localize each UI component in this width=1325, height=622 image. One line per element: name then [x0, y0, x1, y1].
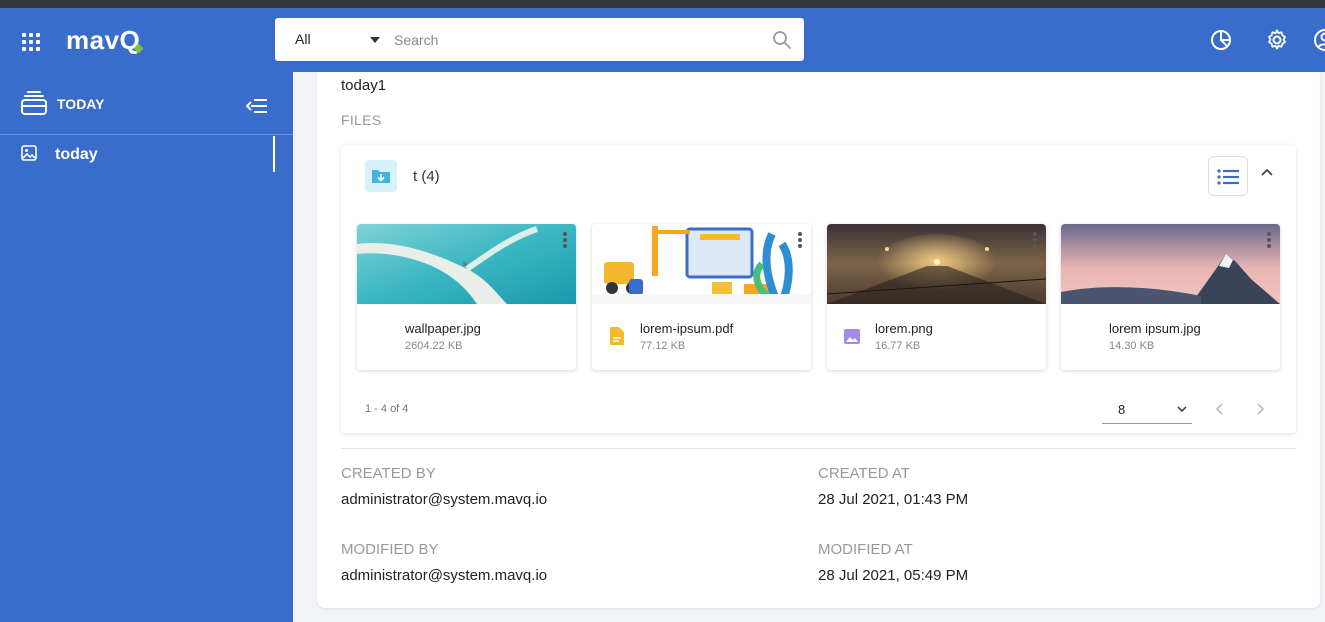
file-thumbnail	[827, 224, 1046, 304]
modified-by-label: MODIFIED BY	[341, 541, 439, 558]
created-at-label: CREATED AT	[818, 465, 910, 482]
sidebar-item-today[interactable]: today	[0, 136, 275, 172]
modified-by-value: administrator@system.mavq.io	[341, 567, 548, 584]
file-size: 14.30 KB	[1109, 340, 1155, 352]
chevron-right-icon[interactable]	[1253, 402, 1267, 416]
more-options-icon[interactable]	[1032, 232, 1038, 250]
chevron-left-icon[interactable]	[1213, 402, 1227, 416]
logo-accent: Q	[119, 25, 141, 55]
items-per-page-value: 8	[1118, 402, 1126, 417]
collapse-menu-icon[interactable]	[246, 98, 268, 114]
file-name: lorem.png	[875, 321, 933, 336]
file-card[interactable]: wallpaper.jpg 2604.22 KB	[357, 224, 576, 370]
record-name: today1	[341, 77, 387, 94]
sidebar-item-label: today	[55, 146, 98, 163]
files-panel: t (4) wallpaper.jpg 2604.22 KB lorem-ips…	[341, 145, 1296, 433]
file-card[interactable]: lorem ipsum.jpg 14.30 KB	[1061, 224, 1280, 370]
sidebar: TODAY today	[0, 72, 293, 622]
search-scope-select[interactable]: All	[295, 31, 311, 47]
document-icon	[610, 327, 624, 345]
list-icon	[1217, 169, 1239, 185]
file-card[interactable]: lorem.png 16.77 KB	[827, 224, 1046, 370]
list-view-button[interactable]	[1208, 156, 1248, 196]
file-card[interactable]: lorem-ipsum.pdf 77.12 KB	[592, 224, 811, 370]
file-name: wallpaper.jpg	[405, 321, 481, 336]
sidebar-section-title: TODAY	[57, 96, 105, 112]
more-options-icon[interactable]	[797, 232, 803, 250]
created-by-value: administrator@system.mavq.io	[341, 491, 548, 508]
logo-text: mav	[66, 25, 120, 55]
files-section-label: FILES	[341, 112, 382, 128]
modified-at-label: MODIFIED AT	[818, 541, 913, 558]
created-at-value: 28 Jul 2021, 01:43 PM	[818, 491, 969, 508]
file-size: 77.12 KB	[640, 340, 686, 352]
file-size: 2604.22 KB	[405, 340, 463, 352]
folder-name: t (4)	[413, 168, 440, 185]
section-divider	[341, 448, 1296, 449]
more-options-icon[interactable]	[1266, 232, 1272, 250]
image-icon	[21, 145, 37, 161]
file-thumbnail	[592, 224, 811, 304]
search-input[interactable]	[394, 26, 754, 53]
chevron-up-icon[interactable]	[1259, 165, 1275, 181]
created-by-label: CREATED BY	[341, 465, 436, 482]
more-options-icon[interactable]	[562, 232, 568, 250]
apps-grid-icon[interactable]	[22, 33, 40, 51]
caret-down-icon[interactable]	[370, 37, 380, 43]
folder-download-icon	[365, 160, 397, 192]
gear-icon[interactable]	[1264, 27, 1290, 53]
record-detail-card: today1 FILES t (4) wallpaper.jpg 2604.22…	[317, 72, 1320, 608]
file-name: lorem ipsum.jpg	[1109, 321, 1201, 336]
pie-chart-icon[interactable]	[1208, 27, 1234, 53]
file-size: 16.77 KB	[875, 340, 921, 352]
file-thumbnail	[357, 224, 576, 304]
pagination-range: 1 - 4 of 4	[365, 403, 409, 415]
inbox-stack-icon	[21, 91, 47, 115]
file-name: lorem-ipsum.pdf	[640, 321, 734, 336]
search-bar: All	[275, 18, 804, 61]
chevron-down-icon	[1177, 406, 1187, 413]
top-app-bar: mavQ All	[0, 8, 1325, 72]
items-per-page-select[interactable]: 8	[1102, 395, 1192, 424]
modified-at-value: 28 Jul 2021, 05:49 PM	[818, 567, 969, 584]
search-icon[interactable]	[772, 30, 792, 50]
window-top-strip	[0, 0, 1325, 8]
image-file-icon	[844, 329, 860, 344]
file-thumbnail	[1061, 224, 1280, 304]
sidebar-header: TODAY	[0, 72, 293, 135]
app-logo[interactable]: mavQ	[66, 24, 140, 56]
user-account-icon[interactable]	[1312, 27, 1325, 53]
